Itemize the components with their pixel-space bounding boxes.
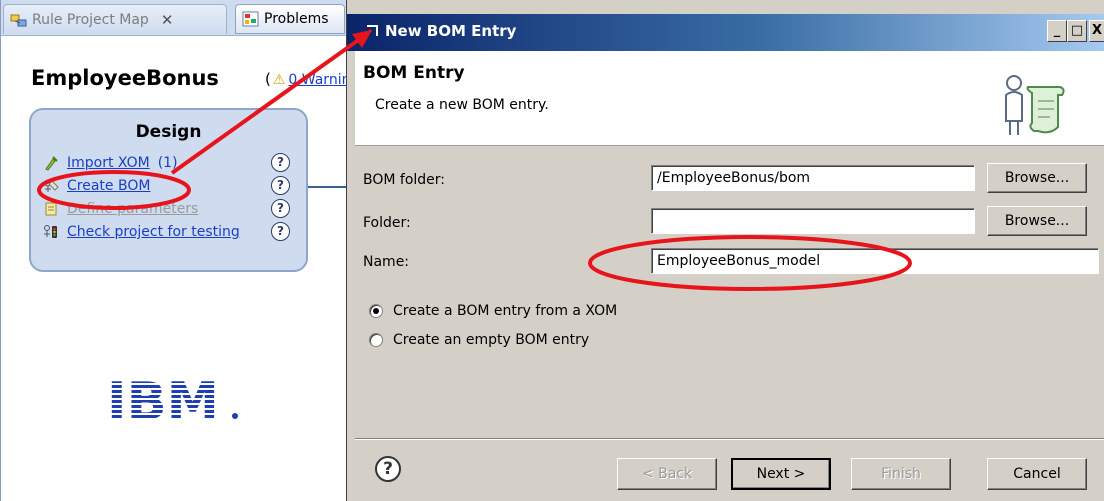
- help-icon[interactable]: ?: [271, 222, 290, 241]
- dialog-help-icon[interactable]: ?: [375, 456, 401, 482]
- folder-input[interactable]: [651, 208, 975, 234]
- radio-checked-icon[interactable]: [369, 304, 383, 318]
- define-parameters-link[interactable]: Define parameters: [67, 201, 198, 217]
- design-item-define-parameters: Define parameters ?: [43, 198, 296, 220]
- create-bom-link[interactable]: Create BOM: [67, 178, 150, 194]
- tab-rule-project-map-label: Rule Project Map: [32, 11, 149, 28]
- rule-project-map-view: Rule Project Map ✕ Problems EmployeeBonu…: [0, 0, 348, 501]
- browse-folder-button[interactable]: Browse...: [987, 206, 1087, 236]
- dialog-header: BOM Entry Create a new BOM entry.: [355, 51, 1104, 146]
- check-project-link[interactable]: Check project for testing: [67, 224, 240, 240]
- bom-folder-label: BOM folder:: [363, 172, 446, 188]
- finish-button[interactable]: Finish: [851, 458, 951, 490]
- dialog-title: New BOM Entry: [385, 22, 517, 40]
- define-parameters-icon: [43, 201, 59, 217]
- ibm-logo: IBM: [107, 372, 247, 432]
- design-item-import-xom: Import XOM (1) ?: [43, 152, 296, 174]
- tab-rule-project-map[interactable]: Rule Project Map ✕: [3, 4, 227, 34]
- design-panel: Design Import XOM (1) ? Create BOM ? Def…: [29, 108, 308, 272]
- dialog-body: BOM folder: Browse... Folder: Browse... …: [355, 147, 1104, 501]
- back-button[interactable]: < Back: [617, 458, 717, 490]
- warnings-paren: (: [265, 70, 271, 88]
- dialog-description: Create a new BOM entry.: [375, 97, 549, 113]
- design-item-check-project: Check project for testing ?: [43, 221, 296, 243]
- design-item-create-bom: Create BOM ?: [43, 175, 296, 197]
- option-empty-bom-label: Create an empty BOM entry: [393, 332, 590, 348]
- maximize-button[interactable]: □: [1067, 20, 1087, 42]
- help-icon[interactable]: ?: [271, 153, 290, 172]
- rule-project-map-icon: [10, 12, 28, 28]
- new-bom-entry-icon: [359, 22, 379, 42]
- browse-bom-folder-button[interactable]: Browse...: [987, 163, 1087, 193]
- bom-entry-wizard-icon: [1000, 73, 1068, 137]
- help-icon[interactable]: ?: [271, 176, 290, 195]
- tab-problems[interactable]: Problems: [235, 4, 345, 34]
- bom-folder-input[interactable]: [651, 165, 975, 191]
- warning-icon: ⚠: [272, 72, 286, 88]
- folder-label: Folder:: [363, 215, 411, 231]
- import-xom-count: (1): [157, 155, 178, 171]
- create-bom-icon: [43, 178, 59, 194]
- option-bom-from-xom-label: Create a BOM entry from a XOM: [393, 303, 618, 319]
- name-label: Name:: [363, 254, 410, 270]
- next-button[interactable]: Next >: [731, 458, 831, 490]
- check-project-icon: [43, 224, 59, 240]
- ibm-logo-text: IBM: [107, 375, 219, 425]
- dialog-title-bar[interactable]: New BOM Entry _ □ X: [347, 14, 1104, 51]
- warnings-link[interactable]: 0 Warnings: [288, 72, 347, 88]
- option-bom-from-xom[interactable]: Create a BOM entry from a XOM: [369, 303, 617, 319]
- warnings-summary: (⚠0 Warnings: [265, 70, 347, 88]
- dialog-heading: BOM Entry: [363, 63, 465, 83]
- map-connector-line: [308, 186, 348, 188]
- import-xom-link[interactable]: Import XOM: [67, 155, 150, 171]
- minimize-button[interactable]: _: [1047, 20, 1067, 42]
- cancel-button[interactable]: Cancel: [987, 458, 1087, 490]
- import-xom-icon: [43, 155, 59, 171]
- tab-problems-label: Problems: [264, 11, 329, 27]
- close-icon[interactable]: ✕: [161, 11, 174, 29]
- close-button[interactable]: X: [1089, 20, 1104, 42]
- name-input[interactable]: [651, 248, 1099, 274]
- new-bom-entry-dialog: New BOM Entry _ □ X BOM Entry Create a n…: [346, 0, 1104, 501]
- footer-separator: [355, 438, 1104, 440]
- radio-unchecked-icon[interactable]: [369, 333, 383, 347]
- view-tab-strip: Rule Project Map ✕ Problems: [1, 0, 347, 36]
- option-empty-bom[interactable]: Create an empty BOM entry: [369, 332, 589, 348]
- design-panel-title: Design: [135, 122, 202, 142]
- problems-icon: [242, 11, 260, 27]
- help-icon[interactable]: ?: [271, 199, 290, 218]
- project-title: EmployeeBonus: [31, 66, 219, 90]
